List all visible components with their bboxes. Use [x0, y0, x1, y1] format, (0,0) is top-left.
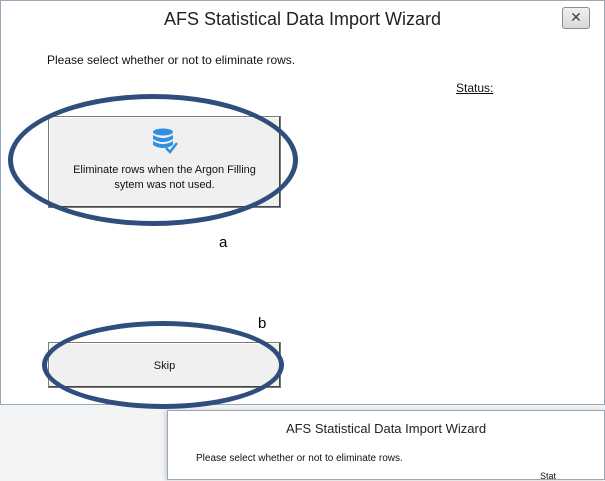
skip-label: Skip — [153, 360, 176, 372]
instruction-text: Please select whether or not to eliminat… — [47, 53, 296, 67]
wizard-window: AFS Statistical Data Import Wizard ✕ Ple… — [0, 0, 605, 409]
secondary-window-title: AFS Statistical Data Import Wizard — [285, 421, 487, 436]
title-bar: AFS Statistical Data Import Wizard ✕ — [1, 1, 604, 37]
skip-button[interactable]: Skip — [48, 342, 281, 388]
database-check-icon — [153, 128, 178, 154]
secondary-wizard-window: AFS Statistical Data Import Wizard Pleas… — [167, 410, 605, 481]
secondary-instruction-text: Please select whether or not to eliminat… — [196, 453, 403, 464]
status-label: Status: — [456, 81, 494, 95]
close-icon: ✕ — [570, 9, 582, 25]
annotation-a: a — [219, 234, 228, 251]
eliminate-rows-button[interactable]: Eliminate rows when the Argon Filling sy… — [48, 116, 281, 208]
window-title: AFS Statistical Data Import Wizard — [163, 9, 442, 29]
close-button[interactable]: ✕ — [562, 7, 590, 29]
eliminate-rows-label: Eliminate rows when the Argon Filling sy… — [73, 164, 256, 191]
annotation-b: b — [258, 315, 267, 332]
